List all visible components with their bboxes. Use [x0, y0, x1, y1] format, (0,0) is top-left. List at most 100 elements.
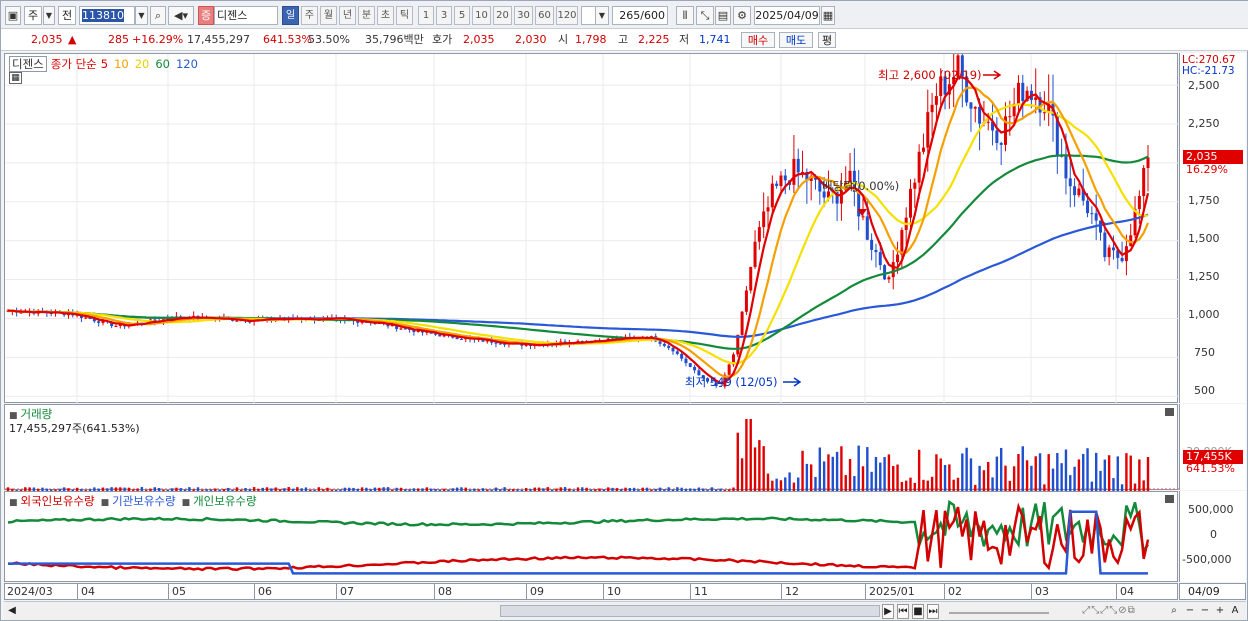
volume-bar	[753, 447, 757, 491]
period-week[interactable]: 주	[301, 6, 318, 25]
search-icon[interactable]: ⌕	[150, 6, 166, 25]
interval-20[interactable]: 20	[493, 6, 512, 25]
interval-5[interactable]: 5	[454, 6, 470, 25]
panel-close-icon[interactable]	[1165, 495, 1174, 503]
candle-body	[913, 182, 917, 189]
period-day[interactable]: 일	[282, 6, 299, 25]
candle-body	[917, 151, 921, 183]
volume-axis: 30,000K 17,455K 641.53%	[1179, 404, 1246, 490]
interval-1[interactable]: 1	[418, 6, 434, 25]
volume-bar	[1125, 453, 1128, 491]
eval-button[interactable]: 평	[818, 32, 836, 48]
stop-icon[interactable]: ■	[912, 604, 924, 619]
date-label: 03	[1035, 585, 1049, 598]
date-axis: 2024/03 04 05 06 07 08 09 10 11 12 2025/…	[4, 583, 1178, 600]
stock-name-field[interactable]: 디젠스	[214, 6, 278, 25]
date-field[interactable]: 2025/04/09	[754, 6, 820, 25]
magnify-icon[interactable]: ⌕	[1167, 604, 1181, 619]
code-dropdown-icon[interactable]: ▼	[135, 6, 148, 25]
volume-bar	[1073, 466, 1076, 491]
save-icon[interactable]: ▤	[715, 6, 731, 25]
forward-icon[interactable]: ⏭	[927, 604, 939, 619]
candle-body	[883, 265, 887, 280]
period-second[interactable]: 초	[377, 6, 394, 25]
volume-bar	[857, 445, 860, 491]
scroll-left-icon[interactable]: ◀	[6, 604, 18, 619]
minus-icon[interactable]: −	[1199, 604, 1211, 619]
date-divider	[77, 584, 78, 599]
panel-close-icon[interactable]	[1165, 408, 1174, 416]
volume-bar	[1112, 478, 1115, 491]
layout-icon[interactable]: ▣	[5, 6, 21, 25]
candle-type-icon[interactable]: ⫴	[676, 6, 694, 25]
interval-3[interactable]: 3	[436, 6, 452, 25]
rewind-icon[interactable]: ⏮	[897, 604, 909, 619]
date-label: 10	[607, 585, 621, 598]
price-change: 285	[108, 33, 129, 46]
volume-bar	[1086, 448, 1089, 491]
volume-bar	[1069, 475, 1072, 491]
interval-10[interactable]: 10	[472, 6, 491, 25]
volume-bar	[952, 479, 955, 491]
zoom-slider[interactable]	[949, 604, 1049, 614]
table-icon[interactable]: ▦	[9, 72, 22, 84]
chart-scrollbar[interactable]: ◀ ▶ ⏮ ■ ⏭ ⤢⤡⤢⤡⊘⧉ ⌕ − − + A	[4, 601, 1246, 620]
date-label: 05	[172, 585, 186, 598]
volume-bar	[853, 476, 856, 491]
volume-bar	[965, 447, 968, 491]
scroll-thumb[interactable]	[500, 605, 880, 617]
volume-bar	[1034, 456, 1037, 491]
date-label: 11	[694, 585, 708, 598]
volume-bar	[771, 480, 774, 491]
main-toolbar: ▣ 주 ▼ 전 113810 ▼ ⌕ ◀▾ 증 디젠스 일 주 월 년 분 초 …	[1, 1, 1248, 29]
stock-tag[interactable]: 디젠스	[9, 56, 47, 72]
current-price: 2,035	[31, 33, 63, 46]
holding-legend: ■ 외국인보유수량 ■ 기관보유수량 ■ 개인보유수량	[9, 493, 263, 509]
volume-bar	[1116, 456, 1119, 491]
buy-button[interactable]: 매수	[741, 32, 775, 48]
candle-body	[934, 96, 938, 105]
candle-body	[900, 230, 904, 255]
zoom-icon[interactable]: ⤡	[696, 6, 714, 25]
plus-icon[interactable]: +	[1214, 604, 1226, 619]
candle-body	[762, 211, 766, 228]
period-month[interactable]: 월	[320, 6, 337, 25]
count-field[interactable]: 265/600	[612, 6, 668, 25]
chevron-down-icon[interactable]: ▼	[43, 6, 55, 25]
period-year[interactable]: 년	[339, 6, 356, 25]
volume-bar	[939, 458, 942, 491]
scroll-right-icon[interactable]: ▶	[882, 604, 894, 619]
volume-bar	[788, 472, 791, 491]
mode-select[interactable]: 전	[58, 6, 76, 25]
interval-30[interactable]: 30	[514, 6, 533, 25]
institution-legend: 기관보유수량	[112, 494, 176, 508]
date-label: 12	[785, 585, 799, 598]
date-label: 08	[438, 585, 452, 598]
period-minute[interactable]: 분	[358, 6, 375, 25]
font-size-icon[interactable]: A	[1229, 604, 1241, 619]
zoom-out-icon[interactable]: −	[1184, 604, 1196, 619]
interval-60[interactable]: 60	[535, 6, 554, 25]
candle-body	[874, 249, 878, 253]
volume-bar	[1004, 465, 1007, 491]
price-panel[interactable]: 디젠스 종가 단순 5 10 20 60 120 ▦ 최고 2,600 (02/19) 최저…	[4, 53, 1179, 404]
sell-button[interactable]: 매도	[779, 32, 813, 48]
interval-120[interactable]: 120	[556, 6, 578, 25]
volume-bar	[749, 419, 752, 491]
volume-panel[interactable]: ■ 거래량 17,455,297주(641.53%)	[4, 404, 1179, 491]
calendar-icon[interactable]: ▦	[821, 6, 835, 25]
speaker-icon[interactable]: ◀▾	[168, 6, 194, 25]
period-tick[interactable]: 틱	[396, 6, 413, 25]
candle-body	[766, 207, 770, 212]
gear-icon[interactable]: ⚙	[733, 6, 751, 25]
drawing-tools[interactable]: ⤢⤡⤢⤡⊘⧉	[1054, 604, 1164, 619]
high-price: 2,225	[638, 33, 670, 46]
low-price: 1,741	[699, 33, 731, 46]
holding-panel[interactable]: ■ 외국인보유수량 ■ 기관보유수량 ■ 개인보유수량	[4, 491, 1178, 582]
interval-dropdown-icon[interactable]: ▼	[595, 6, 609, 25]
candle-body	[667, 345, 671, 348]
volume-bar	[1021, 446, 1024, 491]
code-input[interactable]: 113810	[79, 6, 135, 25]
type-select[interactable]: 주	[24, 6, 42, 25]
date-divider	[603, 584, 604, 599]
